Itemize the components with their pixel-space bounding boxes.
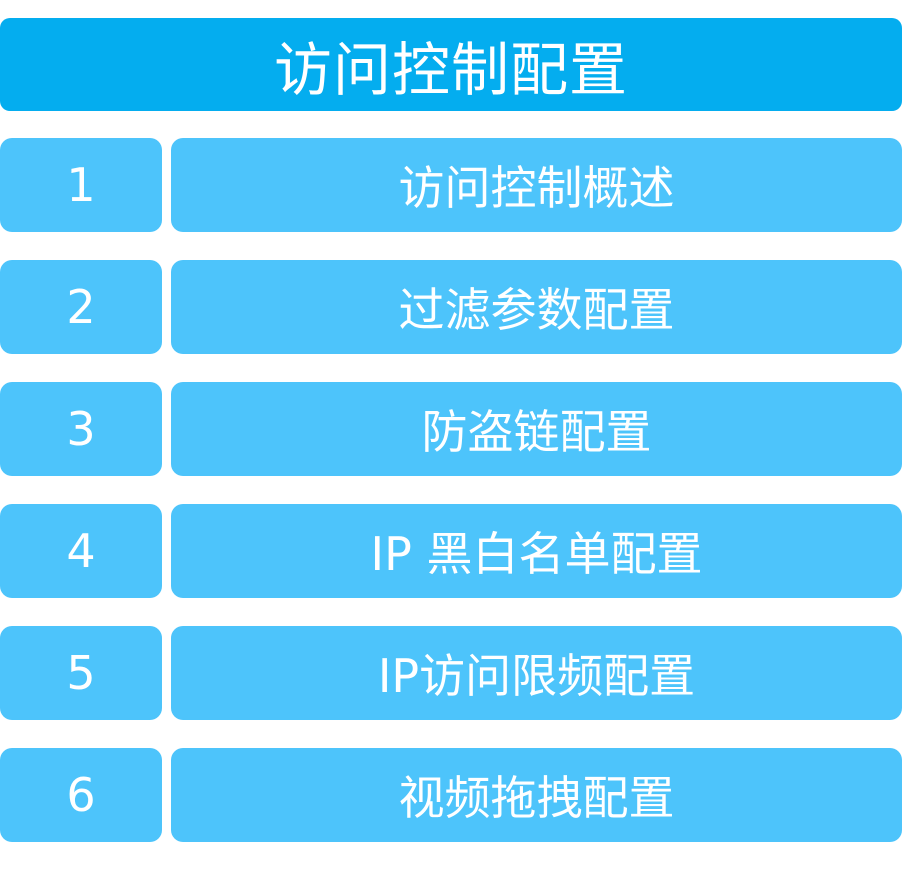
item-number: 4: [0, 504, 162, 598]
menu-item[interactable]: 1 访问控制概述: [0, 138, 902, 232]
item-number: 3: [0, 382, 162, 476]
menu-item[interactable]: 4 IP 黑白名单配置: [0, 504, 902, 598]
menu-item[interactable]: 6 视频拖拽配置: [0, 748, 902, 842]
item-number: 2: [0, 260, 162, 354]
menu-item-access-control-overview[interactable]: 访问控制概述: [171, 138, 902, 232]
menu-list: 1 访问控制概述 2 过滤参数配置 3 防盗链配置 4 IP 黑白名单配置 5 …: [0, 138, 902, 870]
menu-item-filter-params-config[interactable]: 过滤参数配置: [171, 260, 902, 354]
menu-item[interactable]: 5 IP访问限频配置: [0, 626, 902, 720]
menu-item-video-drag-config[interactable]: 视频拖拽配置: [171, 748, 902, 842]
menu-item[interactable]: 3 防盗链配置: [0, 382, 902, 476]
menu-item[interactable]: 2 过滤参数配置: [0, 260, 902, 354]
item-number: 1: [0, 138, 162, 232]
item-number: 6: [0, 748, 162, 842]
menu-item-ip-rate-limit-config[interactable]: IP访问限频配置: [171, 626, 902, 720]
menu-item-ip-blacklist-whitelist-config[interactable]: IP 黑白名单配置: [171, 504, 902, 598]
item-number: 5: [0, 626, 162, 720]
page-title: 访问控制配置: [0, 18, 902, 111]
menu-item-hotlink-protection-config[interactable]: 防盗链配置: [171, 382, 902, 476]
